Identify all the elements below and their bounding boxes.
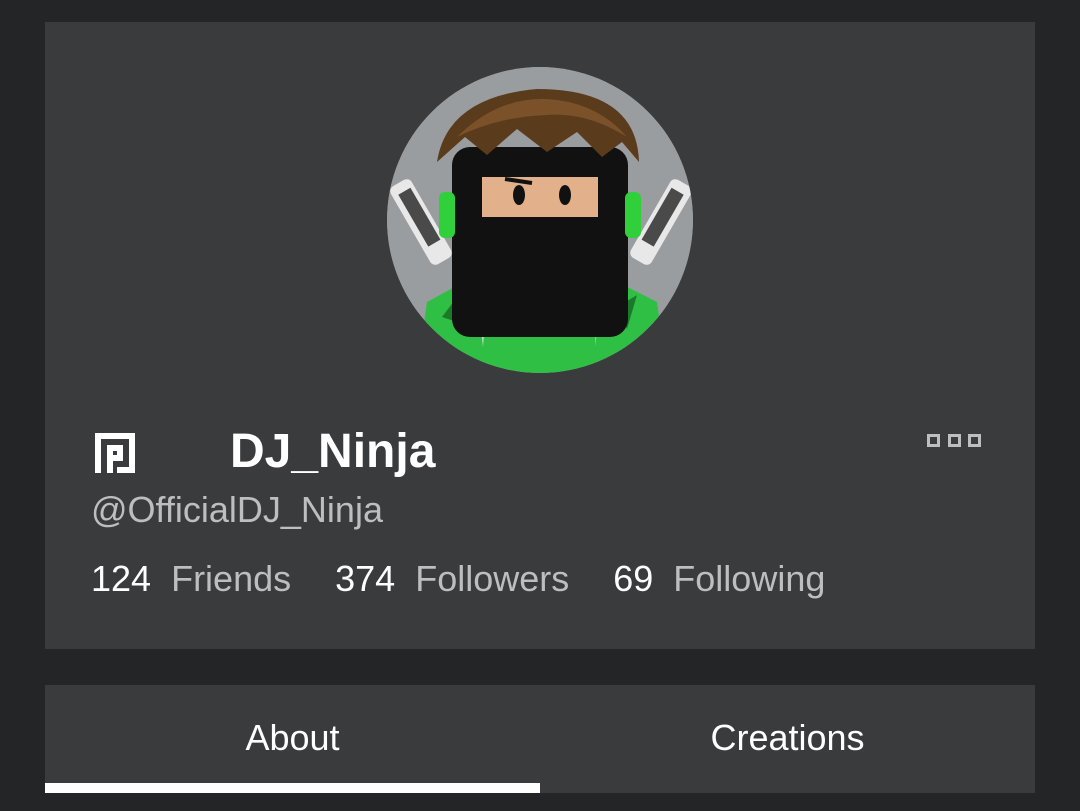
- avatar[interactable]: [387, 67, 693, 373]
- friends-stat[interactable]: 124 Friends: [91, 558, 291, 600]
- headphone-icon: [439, 192, 455, 238]
- profile-tabs: About Creations: [45, 685, 1035, 793]
- followers-label: Followers: [415, 558, 570, 599]
- username: @OfficialDJ_Ninja: [91, 489, 383, 530]
- friends-count: 124: [91, 558, 152, 599]
- followers-count: 374: [335, 558, 396, 599]
- friends-label: Friends: [171, 558, 292, 599]
- following-stat[interactable]: 69 Following: [613, 558, 825, 600]
- tab-about[interactable]: About: [45, 685, 540, 793]
- premium-icon: [95, 433, 135, 473]
- more-icon-dot: [947, 433, 961, 447]
- display-name: DJ_Ninja: [230, 425, 436, 478]
- following-count: 69: [613, 558, 654, 599]
- more-options-button[interactable]: [923, 427, 985, 453]
- avatar-image: [387, 67, 693, 373]
- profile-stats: 124 Friends 374 Followers 69 Following: [91, 558, 869, 600]
- more-icon: [927, 433, 940, 447]
- profile-header-card: DJ_Ninja @OfficialDJ_Ninja 124 Friends 3…: [45, 22, 1035, 649]
- following-label: Following: [673, 558, 826, 599]
- more-icon-dot: [968, 433, 981, 447]
- tab-creations[interactable]: Creations: [540, 685, 1035, 793]
- followers-stat[interactable]: 374 Followers: [335, 558, 569, 600]
